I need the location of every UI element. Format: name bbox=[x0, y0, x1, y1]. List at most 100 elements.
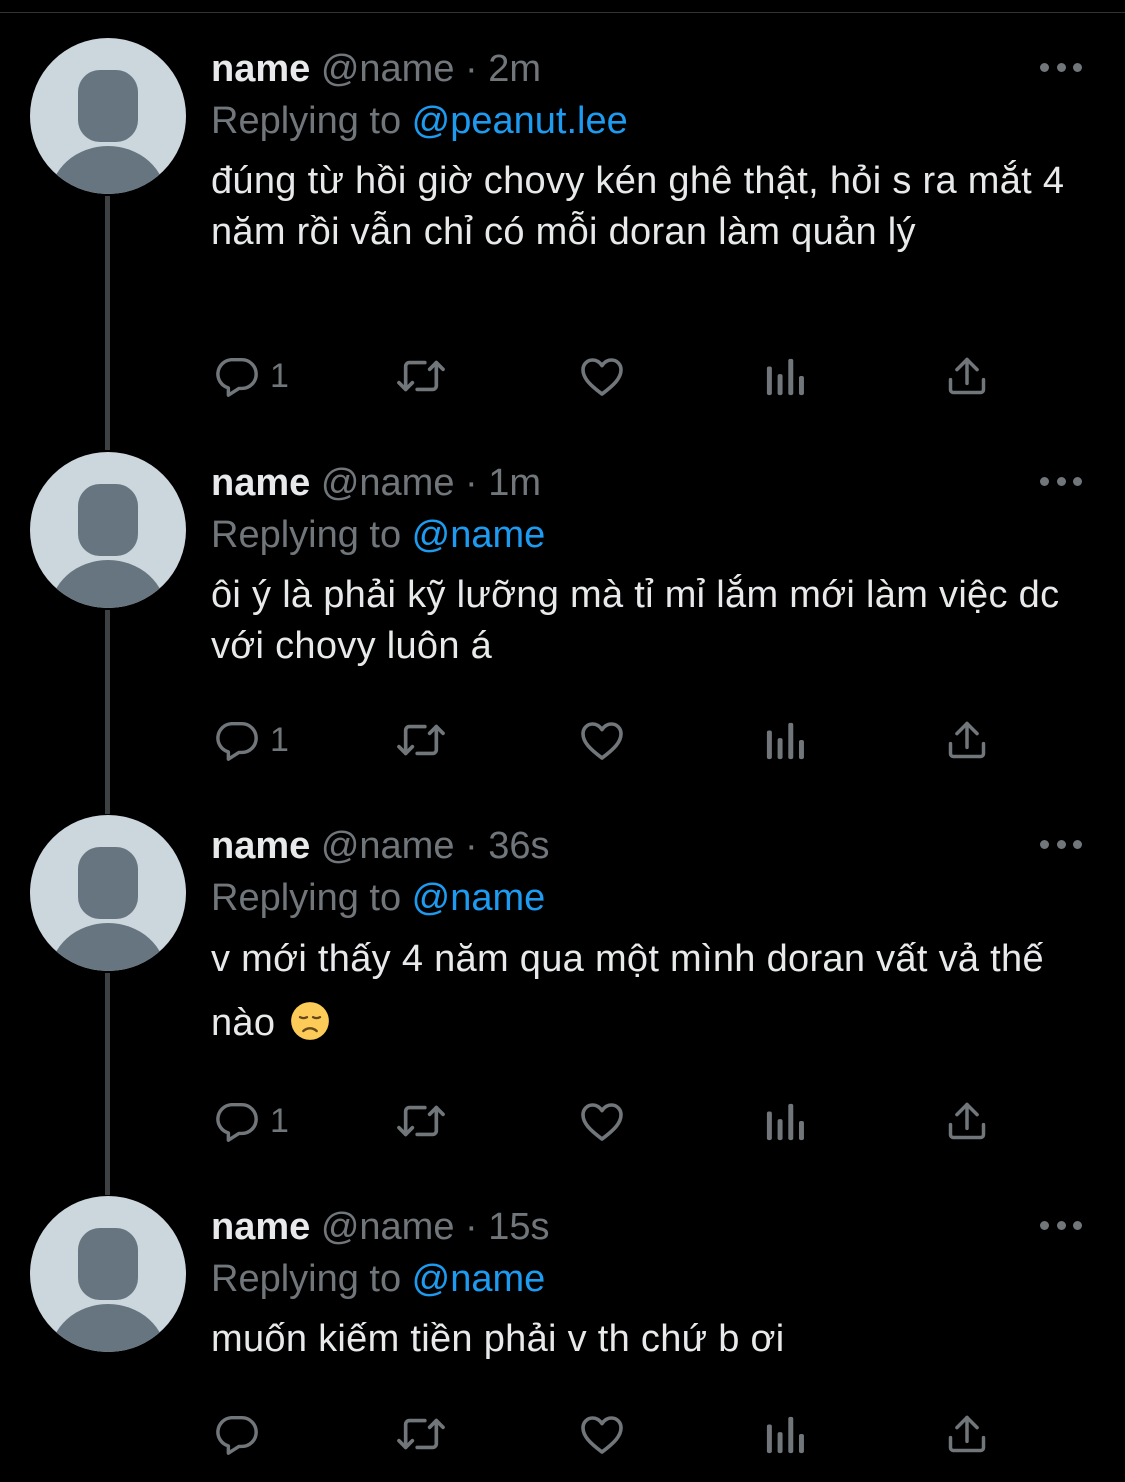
separator-dot: · bbox=[454, 825, 489, 867]
tweet-text: v mới thấy 4 năm qua một mình doran vất … bbox=[211, 938, 1044, 1044]
share-button[interactable] bbox=[945, 712, 989, 768]
default-avatar-icon bbox=[50, 1228, 166, 1352]
views-button[interactable] bbox=[765, 1093, 807, 1149]
replying-to: Replying to @peanut.lee bbox=[211, 96, 628, 146]
retweet-icon bbox=[397, 1105, 445, 1137]
display-name[interactable]: name bbox=[211, 48, 310, 90]
reply-icon bbox=[216, 357, 258, 397]
like-icon bbox=[581, 358, 623, 396]
replying-prefix: Replying to bbox=[211, 877, 412, 919]
user-handle[interactable]: @name bbox=[321, 825, 455, 867]
replying-to: Replying to @name bbox=[211, 510, 545, 560]
action-bar bbox=[0, 1406, 1125, 1462]
mention-link[interactable]: @name bbox=[412, 877, 546, 919]
views-icon bbox=[766, 1416, 804, 1454]
action-bar: 1 bbox=[0, 712, 1125, 768]
retweet-icon bbox=[397, 1418, 445, 1450]
thread-line bbox=[105, 973, 110, 1195]
tweet-header: name @name · 2m bbox=[211, 44, 541, 94]
disappointed-face-icon bbox=[291, 1002, 330, 1040]
views-icon bbox=[766, 358, 804, 396]
like-button[interactable] bbox=[578, 1406, 626, 1462]
mention-link[interactable]: @name bbox=[412, 514, 546, 556]
tweet-text-container: v mới thấy 4 năm qua một mình doran vất … bbox=[211, 927, 1091, 1055]
avatar[interactable] bbox=[30, 38, 186, 194]
like-icon bbox=[581, 1416, 623, 1454]
reply-count: 1 bbox=[270, 1101, 289, 1140]
reply-button[interactable]: 1 bbox=[214, 1093, 289, 1149]
share-button[interactable] bbox=[945, 1406, 989, 1462]
tweet-text: muốn kiếm tiền phải v th chứ b ơi bbox=[211, 1318, 785, 1360]
default-avatar-icon bbox=[50, 484, 166, 608]
reply-count: 1 bbox=[270, 356, 289, 395]
like-icon bbox=[581, 1103, 623, 1141]
display-name[interactable]: name bbox=[211, 1206, 310, 1248]
display-name[interactable]: name bbox=[211, 462, 310, 504]
views-button[interactable] bbox=[765, 1406, 807, 1462]
reply-icon bbox=[216, 1415, 258, 1455]
share-icon bbox=[948, 721, 986, 759]
tweet-text: đúng từ hồi giờ chovy kén ghê thật, hỏi … bbox=[211, 160, 1065, 253]
retweet-button[interactable] bbox=[394, 348, 448, 404]
action-bar: 1 bbox=[0, 1093, 1125, 1149]
replying-prefix: Replying to bbox=[211, 1258, 412, 1300]
like-button[interactable] bbox=[578, 712, 626, 768]
views-icon bbox=[766, 722, 804, 760]
avatar[interactable] bbox=[30, 815, 186, 971]
avatar[interactable] bbox=[30, 452, 186, 608]
replying-prefix: Replying to bbox=[211, 100, 412, 142]
avatar[interactable] bbox=[30, 1196, 186, 1352]
views-button[interactable] bbox=[765, 348, 807, 404]
replying-prefix: Replying to bbox=[211, 514, 412, 556]
tweet-text: ôi ý là phải kỹ lưỡng mà tỉ mỉ lắm mới l… bbox=[211, 574, 1060, 667]
like-button[interactable] bbox=[578, 348, 626, 404]
retweet-button[interactable] bbox=[394, 1406, 448, 1462]
reply-icon bbox=[216, 721, 258, 761]
timestamp[interactable]: 15s bbox=[488, 1206, 549, 1248]
separator-dot: · bbox=[454, 48, 489, 90]
reply-button[interactable]: 1 bbox=[214, 348, 289, 404]
share-icon bbox=[948, 357, 986, 395]
like-button[interactable] bbox=[578, 1093, 626, 1149]
timestamp[interactable]: 1m bbox=[488, 462, 541, 504]
tweet-header: name @name · 36s bbox=[211, 821, 550, 871]
thread-line bbox=[105, 196, 110, 450]
share-button[interactable] bbox=[945, 348, 989, 404]
retweet-icon bbox=[397, 724, 445, 756]
separator-dot: · bbox=[454, 1206, 489, 1248]
views-icon bbox=[766, 1103, 804, 1141]
user-handle[interactable]: @name bbox=[321, 48, 455, 90]
more-options-icon[interactable] bbox=[1040, 1218, 1082, 1232]
retweet-icon bbox=[397, 360, 445, 392]
display-name[interactable]: name bbox=[211, 825, 310, 867]
replying-to: Replying to @name bbox=[211, 1254, 545, 1304]
timestamp[interactable]: 2m bbox=[488, 48, 541, 90]
more-options-icon[interactable] bbox=[1040, 60, 1082, 74]
share-icon bbox=[948, 1102, 986, 1140]
reply-icon bbox=[216, 1102, 258, 1142]
retweet-button[interactable] bbox=[394, 1093, 448, 1149]
retweet-button[interactable] bbox=[394, 712, 448, 768]
reply-count: 1 bbox=[270, 720, 289, 759]
default-avatar-icon bbox=[50, 847, 166, 971]
more-options-icon[interactable] bbox=[1040, 837, 1082, 851]
replying-to: Replying to @name bbox=[211, 873, 545, 923]
more-options-icon[interactable] bbox=[1040, 474, 1082, 488]
reply-button[interactable]: 1 bbox=[214, 712, 289, 768]
user-handle[interactable]: @name bbox=[321, 1206, 455, 1248]
user-handle[interactable]: @name bbox=[321, 462, 455, 504]
reply-button[interactable] bbox=[214, 1406, 270, 1462]
views-button[interactable] bbox=[765, 712, 807, 768]
timestamp[interactable]: 36s bbox=[488, 825, 549, 867]
mention-link[interactable]: @name bbox=[412, 1258, 546, 1300]
mention-link[interactable]: @peanut.lee bbox=[412, 100, 628, 142]
share-button[interactable] bbox=[945, 1093, 989, 1149]
separator-dot: · bbox=[454, 462, 489, 504]
tweet-header: name @name · 1m bbox=[211, 458, 541, 508]
top-divider bbox=[0, 0, 1125, 13]
like-icon bbox=[581, 722, 623, 760]
default-avatar-icon bbox=[50, 70, 166, 194]
action-bar: 1 bbox=[0, 348, 1125, 404]
tweet-header: name @name · 15s bbox=[211, 1202, 550, 1252]
share-icon bbox=[948, 1415, 986, 1453]
